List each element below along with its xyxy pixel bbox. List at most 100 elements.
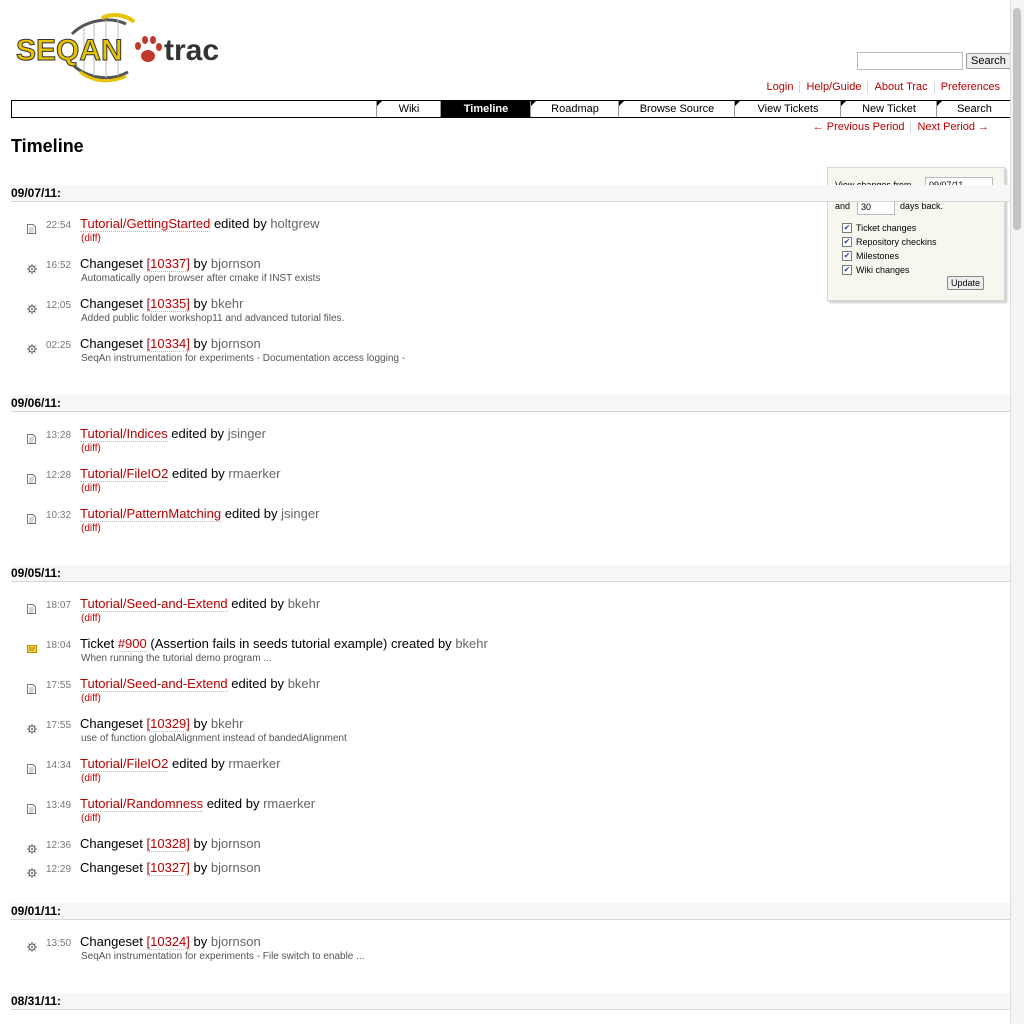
event-author: bjornson [210, 860, 261, 875]
logo-brand-text: SEQAN [16, 34, 123, 67]
event-link[interactable]: [10334] [146, 336, 190, 352]
day-header: 09/07/11: [11, 185, 1011, 202]
event-author: bjornson [210, 336, 261, 351]
day-header: 08/31/11: [11, 993, 1011, 1010]
preferences-link[interactable]: Preferences [941, 81, 1000, 93]
day-header: 09/01/11: [11, 903, 1011, 920]
event-desc: Automatically open browser after cmake i… [81, 273, 320, 284]
event-title: Changeset [10328] by bjornson [80, 836, 261, 852]
event-action: edited by [206, 796, 260, 811]
event-time: 13:49 [46, 800, 72, 811]
event-link[interactable]: Tutorial/GettingStarted [80, 216, 211, 232]
tab-view-tickets[interactable]: View Tickets [734, 101, 841, 117]
event-link[interactable]: [10335] [146, 296, 190, 312]
event-description: use of function globalAlignment instead … [81, 733, 347, 744]
event-kind: Changeset [80, 256, 143, 271]
event-kind: Changeset [80, 934, 143, 949]
scrollbar-thumb[interactable] [1013, 8, 1021, 230]
event-link[interactable]: [10324] [146, 934, 190, 950]
diff-link[interactable]: (diff) [81, 813, 101, 824]
event-kind: Changeset [80, 296, 143, 311]
event-action: (Assertion fails in seeds tutorial examp… [150, 636, 452, 651]
help-guide-link[interactable]: Help/Guide [806, 81, 861, 93]
wiki-page-icon [27, 681, 36, 694]
changeset-icon [27, 261, 37, 274]
wiki-page-icon [27, 431, 36, 444]
event-link[interactable]: [10337] [146, 256, 190, 272]
wiki-page-icon [27, 221, 36, 234]
event-author: jsinger [281, 506, 320, 521]
event-link[interactable]: Tutorial/Seed-and-Extend [80, 596, 228, 612]
event-author: bkehr [210, 296, 244, 311]
seqan-trac-logo[interactable]: SEQAN trac [14, 10, 234, 86]
event-title: Changeset [10337] by bjornson [80, 256, 261, 272]
event-author: rmaerker [228, 466, 281, 481]
diff-link[interactable]: (diff) [81, 233, 101, 244]
event-time: 02:25 [46, 340, 72, 351]
event-time: 18:04 [46, 640, 72, 651]
checkbox-checked-icon[interactable]: ✔ [842, 237, 852, 247]
event-author: bkehr [287, 596, 321, 611]
diff-link[interactable]: (diff) [81, 483, 101, 494]
filter-ticket-changes[interactable]: ✔ Ticket changes [842, 223, 916, 233]
event-time: 14:34 [46, 760, 72, 771]
event-kind: Changeset [80, 836, 143, 851]
tab-browse-source[interactable]: Browse Source [618, 101, 735, 117]
filter-repository-checkins[interactable]: ✔ Repository checkins [842, 237, 937, 247]
event-desc: When running the tutorial demo program .… [81, 653, 272, 664]
day-header: 09/06/11: [11, 395, 1011, 412]
checkbox-checked-icon[interactable]: ✔ [842, 251, 852, 261]
event-desc: (diff) [81, 613, 101, 624]
event-link[interactable]: Tutorial/Indices [80, 426, 168, 442]
diff-link[interactable]: (diff) [81, 773, 101, 784]
search-input[interactable] [857, 52, 963, 70]
tab-timeline[interactable]: Timeline [440, 101, 531, 117]
filter-label: Ticket changes [856, 223, 917, 233]
event-link[interactable]: [10328] [146, 836, 190, 852]
event-link[interactable]: Tutorial/PatternMatching [80, 506, 222, 522]
event-desc: (diff) [81, 813, 101, 824]
tab-new-ticket[interactable]: New Ticket [840, 101, 937, 117]
filter-milestones[interactable]: ✔ Milestones [842, 251, 899, 261]
event-time: 10:32 [46, 510, 72, 521]
event-link[interactable]: [10327] [146, 860, 190, 876]
diff-link[interactable]: (diff) [81, 443, 101, 454]
wiki-page-icon [27, 471, 36, 484]
diff-link[interactable]: (diff) [81, 523, 101, 534]
diff-link[interactable]: (diff) [81, 613, 101, 624]
filter-label: Repository checkins [856, 237, 937, 247]
login-link[interactable]: Login [767, 81, 794, 93]
event-action: edited by [224, 506, 278, 521]
event-title: Ticket #900 (Assertion fails in seeds tu… [80, 636, 488, 652]
event-link[interactable]: #900 [117, 636, 147, 652]
about-trac-link[interactable]: About Trac [874, 81, 927, 93]
event-title: Tutorial/Indices edited by jsinger [80, 426, 266, 442]
event-author: bkehr [455, 636, 488, 651]
event-link[interactable]: Tutorial/Seed-and-Extend [80, 676, 228, 692]
vertical-scrollbar[interactable] [1010, 0, 1024, 1024]
event-link[interactable]: Tutorial/FileIO2 [80, 756, 169, 772]
event-action: edited by [213, 216, 267, 231]
previous-period-link[interactable]: ← Previous Period [813, 121, 905, 133]
tab-search[interactable]: Search [936, 101, 1011, 117]
tab-wiki[interactable]: Wiki [376, 101, 441, 117]
event-desc: Added public folder workshop11 and advan… [81, 313, 344, 324]
event-time: 16:52 [46, 260, 72, 271]
next-period-link[interactable]: Next Period → [917, 121, 989, 133]
checkbox-checked-icon[interactable]: ✔ [842, 223, 852, 233]
event-link[interactable]: Tutorial/FileIO2 [80, 466, 169, 482]
event-title: Tutorial/FileIO2 edited by rmaerker [80, 466, 281, 482]
checkbox-checked-icon[interactable]: ✔ [842, 265, 852, 275]
diff-link[interactable]: (diff) [81, 693, 101, 704]
search-button[interactable]: Search [966, 53, 1011, 69]
tab-roadmap[interactable]: Roadmap [530, 101, 619, 117]
event-link[interactable]: [10329] [146, 716, 190, 732]
event-time: 18:07 [46, 600, 72, 611]
event-link[interactable]: Tutorial/Randomness [80, 796, 204, 812]
filter-label: Wiki changes [856, 265, 910, 275]
event-action: by [193, 860, 208, 875]
filter-wiki-changes[interactable]: ✔ Wiki changes [842, 265, 910, 275]
event-desc: (diff) [81, 523, 101, 534]
event-description: SeqAn instrumentation for experiments - … [81, 353, 406, 364]
update-button[interactable]: Update [947, 276, 985, 290]
